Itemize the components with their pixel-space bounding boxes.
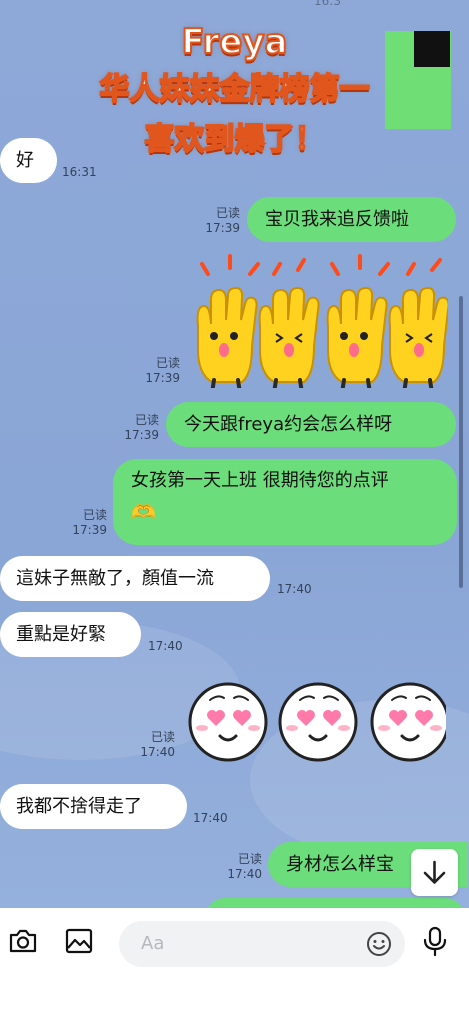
- incoming-message[interactable]: 這妹子無敵了，顏值一流: [0, 556, 270, 601]
- input-placeholder: Aa: [141, 933, 165, 954]
- incoming-message[interactable]: 好: [0, 138, 57, 183]
- incoming-message[interactable]: 我都不捨得走了: [0, 784, 187, 829]
- incoming-message[interactable]: 重點是好緊: [0, 612, 141, 657]
- emoji-icon[interactable]: [365, 930, 393, 958]
- read-receipt: 已读 17:39: [145, 356, 180, 385]
- heart-eyes-sticker[interactable]: [186, 680, 446, 766]
- read-receipt: 已读 17:40: [227, 852, 262, 881]
- heart-hands-emoji: 🫶: [131, 500, 156, 524]
- read-receipt: 已读 17:39: [205, 206, 240, 235]
- banner-headline: 华人妹妹金牌榜第一: [99, 71, 371, 108]
- scrollbar[interactable]: [459, 296, 463, 588]
- microphone-icon[interactable]: [418, 924, 452, 958]
- read-receipt: 已读 17:39: [124, 413, 159, 442]
- outgoing-message-partial[interactable]: [205, 898, 465, 908]
- read-receipt: 已读 17:39: [72, 508, 107, 537]
- message-time: 17:40: [148, 639, 183, 653]
- banner-subheadline: 喜欢到爆了！: [144, 121, 326, 158]
- message-time: 17:40: [277, 582, 312, 596]
- outgoing-message[interactable]: 宝贝我来追反馈啦: [247, 197, 456, 242]
- scroll-down-icon: [423, 860, 446, 884]
- image-icon[interactable]: [62, 924, 96, 958]
- camera-icon[interactable]: [6, 924, 40, 958]
- outgoing-message[interactable]: 女孩第一天上班 很期待您的点评 🫶: [113, 459, 457, 545]
- message-time: 16:31: [62, 165, 97, 179]
- banner-name: Freya: [181, 21, 289, 63]
- hands-up-sticker[interactable]: [186, 252, 448, 388]
- read-receipt: 已读 17:40: [140, 730, 175, 759]
- chat-area[interactable]: 16:3 Freya 华人妹妹金牌榜第一 喜欢到爆了！ 好 16:31 已读 17…: [0, 0, 469, 908]
- message-time: 17:40: [193, 811, 228, 825]
- outgoing-message[interactable]: 今天跟freya约会怎么样呀: [166, 402, 456, 447]
- message-text: 女孩第一天上班 很期待您的点评: [131, 470, 389, 491]
- top-timestamp: 16:3: [314, 0, 341, 8]
- scroll-down-button[interactable]: [411, 849, 458, 896]
